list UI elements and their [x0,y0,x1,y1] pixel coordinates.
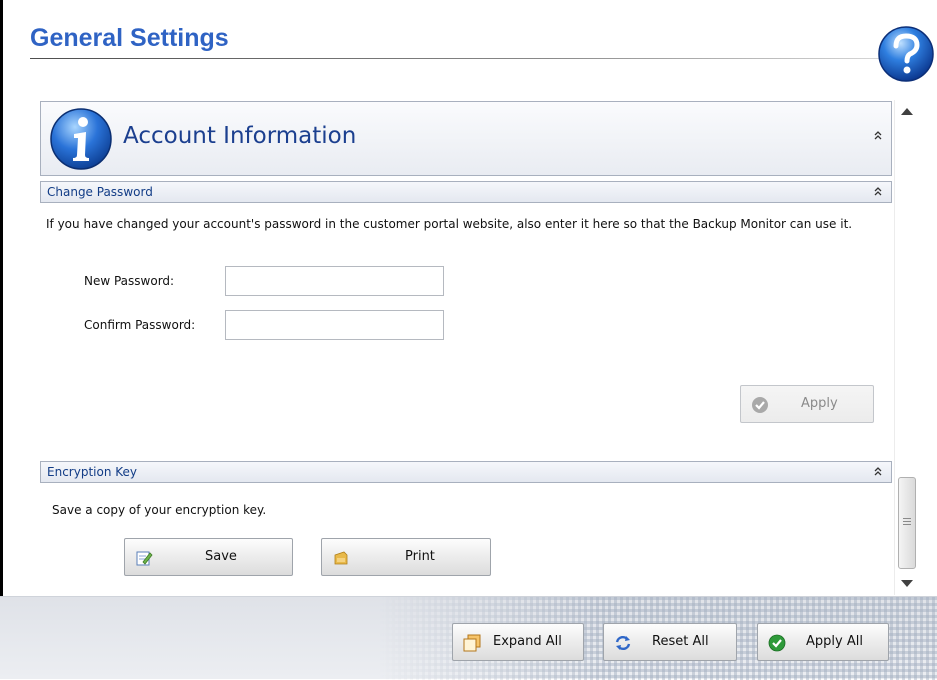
apply-all-label: Apply All [806,634,863,649]
title-divider [30,58,890,59]
change-password-title: Change Password [47,185,153,199]
apply-password-button[interactable]: Apply [740,385,874,423]
reset-all-button[interactable]: Reset All [603,623,737,661]
confirm-password-label: Confirm Password: [84,318,196,332]
refresh-icon [614,634,632,652]
new-password-label: New Password: [84,274,175,288]
new-password-input[interactable] [225,266,444,296]
scrollbar-thumb[interactable] [898,477,916,569]
help-icon[interactable] [876,24,934,84]
confirm-password-input[interactable] [225,310,444,340]
scroll-up-arrow-icon[interactable] [901,108,913,115]
reset-all-label: Reset All [652,634,709,649]
double-chevron-up-icon[interactable] [871,185,885,199]
double-chevron-up-icon[interactable] [871,465,885,479]
scroll-grip-icon [903,518,911,527]
encryption-key-header[interactable]: Encryption Key [40,461,892,483]
expand-all-label: Expand All [493,634,562,649]
change-password-header[interactable]: Change Password [40,181,892,203]
encryption-key-title: Encryption Key [47,465,137,479]
window-left-border [0,0,3,679]
expand-all-icon [463,634,481,652]
check-circle-icon [751,396,769,414]
info-icon [49,107,113,171]
apply-password-label: Apply [801,396,838,411]
apply-all-button[interactable]: Apply All [757,623,889,661]
page-title: General Settings [30,24,229,52]
print-key-button[interactable]: Print [321,538,491,576]
encryption-key-description: Save a copy of your encryption key. [52,503,267,517]
scroll-down-arrow-icon[interactable] [901,580,913,587]
edit-document-icon [135,549,153,567]
save-key-button[interactable]: Save [124,538,293,576]
vertical-scrollbar[interactable] [894,100,918,595]
footer-toolbar: Expand All Reset All Apply All [0,596,937,680]
account-information-title: Account Information [123,123,357,149]
print-key-label: Print [405,549,435,564]
double-chevron-up-icon[interactable] [871,129,885,143]
account-information-header[interactable]: Account Information [40,101,892,176]
save-key-label: Save [205,549,237,564]
check-circle-icon [768,634,786,652]
printer-icon [332,549,350,567]
expand-all-button[interactable]: Expand All [452,623,584,661]
change-password-description: If you have changed your account's passw… [46,217,853,231]
